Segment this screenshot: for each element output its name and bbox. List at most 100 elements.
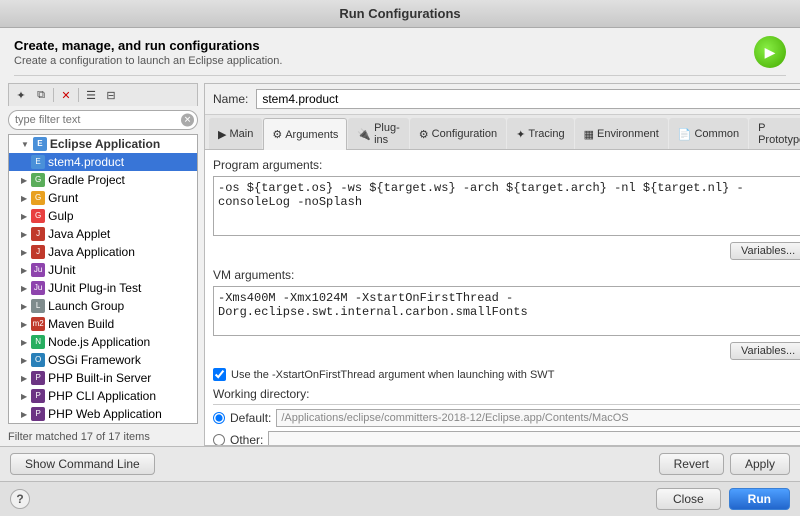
working-dir-section: Working directory: Default: Other: Works…: [213, 387, 800, 445]
close-button[interactable]: Close: [656, 488, 721, 510]
arrow-icon: ▶: [21, 284, 27, 293]
maven-icon: m2: [31, 317, 45, 331]
eclipse-icon: E: [33, 137, 47, 151]
arrow-icon: ▶: [21, 320, 27, 329]
arrow-icon: ▶: [21, 338, 27, 347]
program-args-input[interactable]: -os ${target.os} -ws ${target.ws} -arch …: [213, 176, 800, 236]
java-app-icon: J: [31, 245, 45, 259]
tree-item-label: Launch Group: [48, 299, 124, 313]
tree-item-launch-group[interactable]: ▶ L Launch Group: [9, 297, 197, 315]
swt-checkbox[interactable]: [213, 368, 226, 381]
left-panel: ✦ ⧉ ✕ ☰ ⊟ ✕ ▼ E Eclipse Application: [8, 83, 198, 446]
tab-configuration-label: Configuration: [432, 128, 497, 140]
tree-item-php-web[interactable]: ▶ P PHP Web Application: [9, 405, 197, 423]
nodejs-icon: N: [31, 335, 45, 349]
java-icon: J: [31, 227, 45, 241]
tab-environment[interactable]: ▦ Environment: [575, 118, 668, 149]
tree-item-java-application[interactable]: ▶ J Java Application: [9, 243, 197, 261]
tab-common-label: Common: [694, 128, 739, 140]
arrow-icon: ▶: [21, 212, 27, 221]
tree-item-phpunit[interactable]: ▶ P PHPUnit: [9, 423, 197, 424]
tree-item-grunt[interactable]: ▶ G Grunt: [9, 189, 197, 207]
apply-button[interactable]: Apply: [730, 453, 790, 475]
tab-tracing[interactable]: ✦ Tracing: [507, 118, 574, 149]
filter-button[interactable]: ☰: [82, 87, 100, 103]
vm-variables-button[interactable]: Variables...: [730, 342, 800, 360]
tree-item-php-server[interactable]: ▶ P PHP Built-in Server: [9, 369, 197, 387]
tree-item-label: stem4.product: [48, 155, 124, 169]
filter-status: Filter matched 17 of 17 items: [8, 428, 198, 446]
title-bar: Run Configurations: [0, 0, 800, 28]
tree-item-label: Node.js Application: [48, 335, 150, 349]
tree-item-label: OSGi Framework: [48, 353, 141, 367]
tab-prototype[interactable]: P Prototype: [749, 118, 800, 149]
name-label: Name:: [213, 92, 248, 106]
plugins-icon: 🔌: [357, 128, 371, 141]
php-web-icon: P: [31, 407, 45, 421]
tab-main[interactable]: ▶ Main: [209, 118, 262, 149]
common-icon: 📄: [678, 128, 692, 141]
header-subtitle: Create a configuration to launch an Ecli…: [14, 55, 282, 67]
tree-item-gradle[interactable]: ▶ G Gradle Project: [9, 171, 197, 189]
tree-item-junit[interactable]: ▶ Ju JUnit: [9, 261, 197, 279]
launch-icon: L: [31, 299, 45, 313]
env-icon: ▦: [584, 128, 594, 141]
clear-search-button[interactable]: ✕: [181, 114, 194, 127]
php-cli-icon: P: [31, 389, 45, 403]
working-dir-label: Working directory:: [213, 387, 800, 405]
vm-args-input[interactable]: -Xms400M -Xmx1024M -XstartOnFirstThread …: [213, 286, 800, 336]
arrow-icon: ▶: [21, 356, 27, 365]
tree-item-label: Java Application: [48, 245, 135, 259]
config-icon: ⚙: [419, 128, 429, 141]
tree-item-gulp[interactable]: ▶ G Gulp: [9, 207, 197, 225]
tab-plugins[interactable]: 🔌 Plug-ins: [348, 118, 408, 149]
tab-common[interactable]: 📄 Common: [669, 118, 748, 149]
duplicate-button[interactable]: ⧉: [32, 87, 50, 103]
tab-arguments[interactable]: ⚙ Arguments: [263, 118, 347, 150]
default-wd-input[interactable]: [276, 409, 800, 427]
tree-item-osgi[interactable]: ▶ O OSGi Framework: [9, 351, 197, 369]
tree-item-label: JUnit Plug-in Test: [48, 281, 141, 295]
tree-item-label: PHP Built-in Server: [48, 371, 151, 385]
default-radio[interactable]: [213, 412, 225, 424]
tree-item-eclipse-application[interactable]: ▼ E Eclipse Application: [9, 135, 197, 153]
tree-item-nodejs[interactable]: ▶ N Node.js Application: [9, 333, 197, 351]
default-radio-label: Default:: [230, 411, 271, 425]
help-button[interactable]: ?: [10, 489, 30, 509]
tree-item-php-cli[interactable]: ▶ P PHP CLI Application: [9, 387, 197, 405]
tree-item-java-applet[interactable]: ▶ J Java Applet: [9, 225, 197, 243]
tree-item-label: Gulp: [48, 209, 73, 223]
arrow-icon: ▶: [21, 176, 27, 185]
tree-item-label: Maven Build: [48, 317, 114, 331]
new-button[interactable]: ✦: [12, 87, 30, 103]
tree-item-maven[interactable]: ▶ m2 Maven Build: [9, 315, 197, 333]
collapse-button[interactable]: ⊟: [102, 87, 120, 103]
tab-plugins-label: Plug-ins: [374, 122, 400, 146]
tab-tracing-label: Tracing: [528, 128, 564, 140]
tab-configuration[interactable]: ⚙ Configuration: [410, 118, 506, 149]
swt-checkbox-label: Use the -XstartOnFirstThread argument wh…: [231, 369, 554, 381]
osgi-icon: O: [31, 353, 45, 367]
other-wd-input[interactable]: [268, 431, 800, 445]
revert-button[interactable]: Revert: [659, 453, 724, 475]
search-input[interactable]: [8, 110, 198, 130]
name-input[interactable]: [256, 89, 800, 109]
tracing-icon: ✦: [516, 128, 525, 141]
gradle-icon: G: [31, 173, 45, 187]
other-radio[interactable]: [213, 434, 225, 445]
show-command-line-button[interactable]: Show Command Line: [10, 453, 155, 475]
tree-item-label: Java Applet: [48, 227, 110, 241]
tree-item-junit-plugin[interactable]: ▶ Ju JUnit Plug-in Test: [9, 279, 197, 297]
other-radio-row: Other:: [213, 431, 800, 445]
php-server-icon: P: [31, 371, 45, 385]
swt-checkbox-row: Use the -XstartOnFirstThread argument wh…: [213, 368, 800, 381]
program-variables-button[interactable]: Variables...: [730, 242, 800, 260]
arrow-icon: ▶: [21, 266, 27, 275]
tree-item-label: Gradle Project: [48, 173, 125, 187]
vm-args-label: VM arguments:: [213, 268, 800, 282]
grunt-icon: G: [31, 191, 45, 205]
delete-button[interactable]: ✕: [57, 87, 75, 103]
gulp-icon: G: [31, 209, 45, 223]
run-button[interactable]: Run: [729, 488, 790, 510]
tree-item-stem4[interactable]: E stem4.product: [9, 153, 197, 171]
